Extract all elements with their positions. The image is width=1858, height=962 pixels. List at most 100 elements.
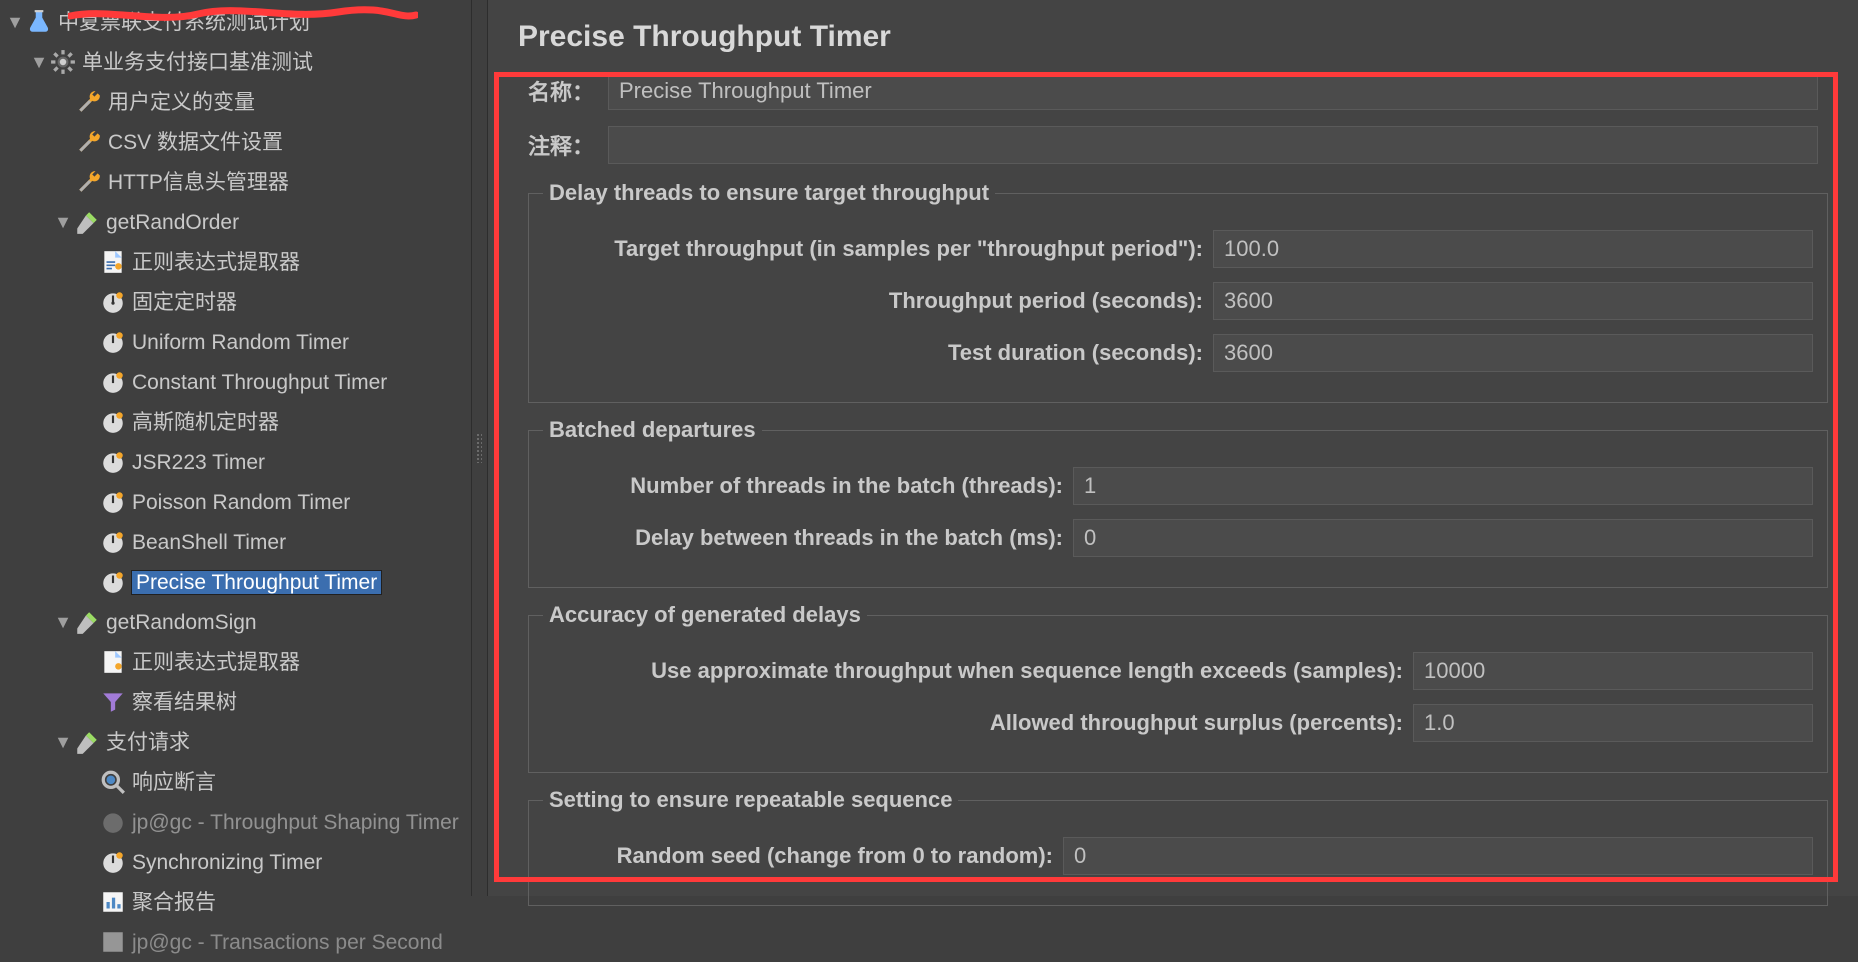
node-label: Precise Throughput Timer bbox=[132, 571, 381, 594]
node-label: Uniform Random Timer bbox=[132, 332, 349, 353]
group-legend: Accuracy of generated delays bbox=[543, 602, 867, 628]
page-icon bbox=[100, 249, 126, 275]
report-icon bbox=[100, 889, 126, 915]
input-throughput-period[interactable] bbox=[1213, 282, 1813, 320]
label-throughput-period: Throughput period (seconds): bbox=[543, 288, 1213, 314]
tree-node-timer-gaussian[interactable]: 高斯随机定时器 bbox=[0, 402, 471, 442]
input-test-duration[interactable] bbox=[1213, 334, 1813, 372]
label-batch-delay: Delay between threads in the batch (ms): bbox=[543, 525, 1073, 551]
node-label: jp@gc - Throughput Shaping Timer bbox=[132, 812, 459, 833]
wrench-icon bbox=[76, 169, 102, 195]
label-batch-threads: Number of threads in the batch (threads)… bbox=[543, 473, 1073, 499]
group-legend: Delay threads to ensure target throughpu… bbox=[543, 180, 995, 206]
tree-node-viewresults[interactable]: 察看结果树 bbox=[0, 682, 471, 722]
funnel-icon bbox=[100, 689, 126, 715]
group-accuracy: Accuracy of generated delays Use approxi… bbox=[528, 602, 1828, 773]
tree-node-regex2[interactable]: 正则表达式提取器 bbox=[0, 642, 471, 682]
dropper-icon bbox=[74, 209, 100, 235]
page-title: Precise Throughput Timer bbox=[508, 20, 1848, 54]
group-legend: Setting to ensure repeatable sequence bbox=[543, 787, 958, 813]
name-input[interactable] bbox=[608, 72, 1818, 110]
timer-icon bbox=[100, 449, 126, 475]
timer-icon bbox=[100, 569, 126, 595]
node-label: 高斯随机定时器 bbox=[132, 412, 279, 433]
label-target-throughput: Target throughput (in samples per "throu… bbox=[543, 236, 1213, 262]
node-label: Synchronizing Timer bbox=[132, 852, 322, 873]
toggle-icon[interactable]: ▼ bbox=[4, 11, 26, 33]
input-batch-delay[interactable] bbox=[1073, 519, 1813, 557]
toggle-icon[interactable]: ▼ bbox=[52, 611, 74, 633]
timer-disabled-icon bbox=[100, 809, 126, 835]
group-repeatable: Setting to ensure repeatable sequence Ra… bbox=[528, 787, 1828, 906]
tree-panel[interactable]: ▼ 中夏票联支付系统测试计划 ▼ 单业务支付接口基准测试 用户定义的变量 CSV… bbox=[0, 0, 471, 896]
tree-node-udv[interactable]: 用户定义的变量 bbox=[0, 82, 471, 122]
tree-node-timer-beanshell[interactable]: BeanShell Timer bbox=[0, 522, 471, 562]
toggle-icon[interactable]: ▼ bbox=[52, 211, 74, 233]
input-target-throughput[interactable] bbox=[1213, 230, 1813, 268]
tree-node-sampler-getrandomsign[interactable]: ▼ getRandomSign bbox=[0, 602, 471, 642]
node-label: getRandomSign bbox=[106, 612, 257, 633]
toggle-icon[interactable]: ▼ bbox=[28, 51, 50, 73]
tree-node-regex1[interactable]: 正则表达式提取器 bbox=[0, 242, 471, 282]
tree-node-threadgroup[interactable]: ▼ 单业务支付接口基准测试 bbox=[0, 42, 471, 82]
tree-node-timer-poisson[interactable]: Poisson Random Timer bbox=[0, 482, 471, 522]
tree-node-aggregate[interactable]: 聚合报告 bbox=[0, 882, 471, 922]
name-label: 名称： bbox=[528, 75, 608, 107]
node-label: 正则表达式提取器 bbox=[132, 652, 300, 673]
label-random-seed: Random seed (change from 0 to random): bbox=[543, 843, 1063, 869]
grip-icon bbox=[476, 433, 482, 463]
node-label: Poisson Random Timer bbox=[132, 492, 350, 513]
node-label: 用户定义的变量 bbox=[108, 92, 255, 113]
wrench-icon bbox=[76, 89, 102, 115]
node-label: 固定定时器 bbox=[132, 292, 237, 313]
node-label: 聚合报告 bbox=[132, 892, 216, 913]
splitter[interactable] bbox=[471, 0, 488, 896]
input-random-seed[interactable] bbox=[1063, 837, 1813, 875]
tree-node-timer-jsr223[interactable]: JSR223 Timer bbox=[0, 442, 471, 482]
tree-node-sampler-pay[interactable]: ▼ 支付请求 bbox=[0, 722, 471, 762]
label-approx-seq: Use approximate throughput when sequence… bbox=[543, 658, 1413, 684]
comment-input[interactable] bbox=[608, 126, 1818, 164]
tree-node-timer-constant[interactable]: 固定定时器 bbox=[0, 282, 471, 322]
editor-panel: Precise Throughput Timer 名称： 注释： Delay t… bbox=[488, 0, 1858, 896]
magnifier-icon bbox=[100, 769, 126, 795]
timer-icon bbox=[100, 369, 126, 395]
node-label: getRandOrder bbox=[106, 212, 239, 233]
toggle-icon[interactable]: ▼ bbox=[52, 731, 74, 753]
report-icon bbox=[100, 929, 126, 955]
timer-icon bbox=[100, 289, 126, 315]
node-label: 单业务支付接口基准测试 bbox=[82, 52, 313, 73]
tree-node-timer-precise[interactable]: Precise Throughput Timer bbox=[0, 562, 471, 602]
group-batched-departures: Batched departures Number of threads in … bbox=[528, 417, 1828, 588]
input-batch-threads[interactable] bbox=[1073, 467, 1813, 505]
input-approx-seq[interactable] bbox=[1413, 652, 1813, 690]
comment-label: 注释： bbox=[528, 129, 608, 161]
tree-node-shaping-timer[interactable]: jp@gc - Throughput Shaping Timer bbox=[0, 802, 471, 842]
node-label: CSV 数据文件设置 bbox=[108, 132, 283, 153]
tree-node-timer-uniform[interactable]: Uniform Random Timer bbox=[0, 322, 471, 362]
tree-node-tps[interactable]: jp@gc - Transactions per Second bbox=[0, 922, 471, 962]
timer-icon bbox=[100, 529, 126, 555]
label-test-duration: Test duration (seconds): bbox=[543, 340, 1213, 366]
timer-icon bbox=[100, 329, 126, 355]
group-delay-threads: Delay threads to ensure target throughpu… bbox=[528, 180, 1828, 403]
dropper-icon bbox=[74, 609, 100, 635]
node-label: jp@gc - Transactions per Second bbox=[132, 932, 443, 953]
node-label: 正则表达式提取器 bbox=[132, 252, 300, 273]
wrench-icon bbox=[76, 129, 102, 155]
tree-node-timer-constant-throughput[interactable]: Constant Throughput Timer bbox=[0, 362, 471, 402]
tree-node-csv[interactable]: CSV 数据文件设置 bbox=[0, 122, 471, 162]
timer-icon bbox=[100, 489, 126, 515]
tree-node-sync-timer[interactable]: Synchronizing Timer bbox=[0, 842, 471, 882]
tree-node-assertion[interactable]: 响应断言 bbox=[0, 762, 471, 802]
node-label: Constant Throughput Timer bbox=[132, 372, 387, 393]
input-surplus[interactable] bbox=[1413, 704, 1813, 742]
page-icon bbox=[100, 649, 126, 675]
tree-node-headermgr[interactable]: HTTP信息头管理器 bbox=[0, 162, 471, 202]
node-label: 响应断言 bbox=[132, 772, 216, 793]
tree-node-sampler-getrandorder[interactable]: ▼ getRandOrder bbox=[0, 202, 471, 242]
beaker-icon bbox=[26, 9, 52, 35]
node-label: BeanShell Timer bbox=[132, 532, 286, 553]
node-label: 支付请求 bbox=[106, 732, 190, 753]
node-label: JSR223 Timer bbox=[132, 452, 265, 473]
